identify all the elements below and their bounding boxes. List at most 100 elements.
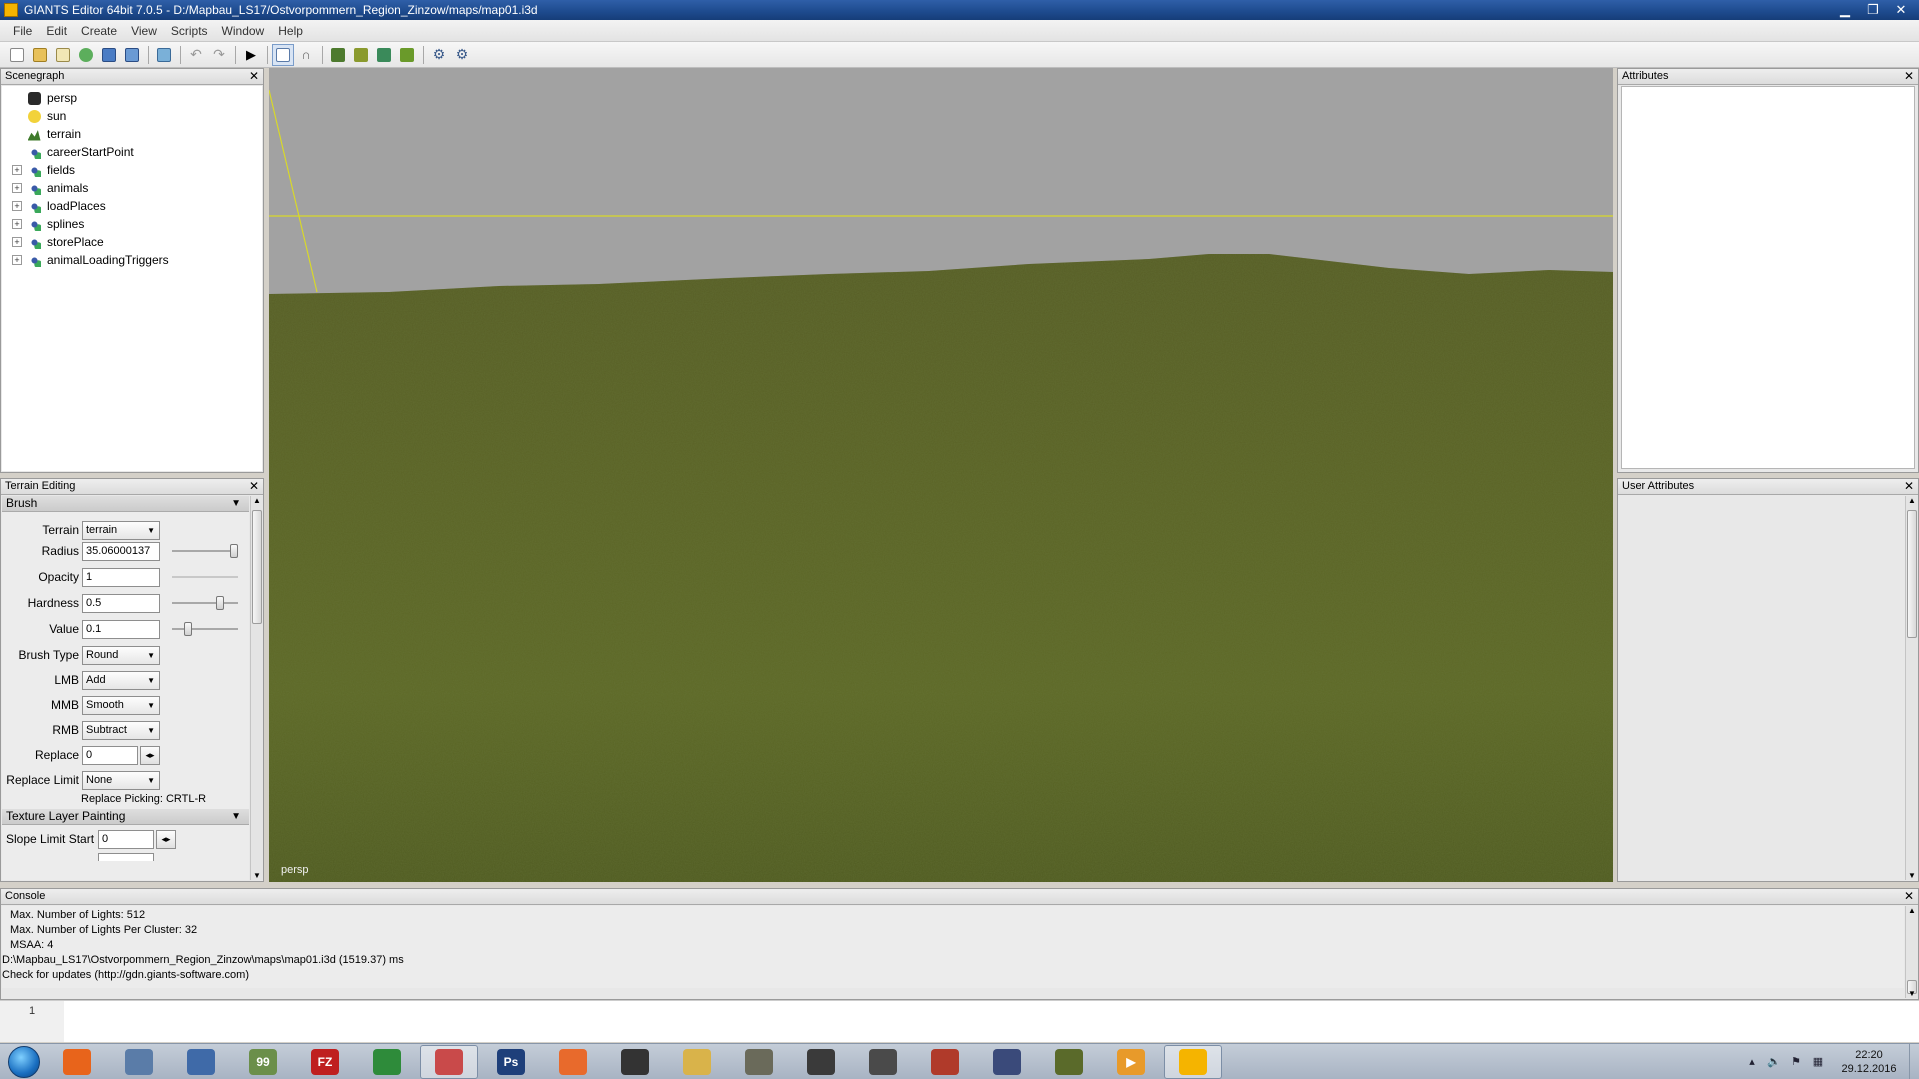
- slope-limit-start-stepper[interactable]: ◂▸: [156, 829, 176, 849]
- taskbar-app-firefox[interactable]: [48, 1045, 106, 1079]
- taskbar-app-app-icon-3[interactable]: [172, 1045, 230, 1079]
- advanced-settings-button[interactable]: ⚙: [451, 44, 473, 66]
- open-file-button[interactable]: [29, 44, 51, 66]
- menu-file[interactable]: File: [6, 24, 39, 38]
- settings-button[interactable]: ⚙: [428, 44, 450, 66]
- volume-icon[interactable]: 🔈: [1766, 1055, 1782, 1069]
- menu-edit[interactable]: Edit: [39, 24, 74, 38]
- taskbar-app-app-icon-4[interactable]: 99: [234, 1045, 292, 1079]
- show-hidden-icons-icon[interactable]: ▴: [1744, 1055, 1760, 1069]
- minimize-button[interactable]: ▁: [1831, 0, 1859, 19]
- undo-button[interactable]: ↶: [185, 44, 207, 66]
- taskbar-app-app-icon-2[interactable]: [110, 1045, 168, 1079]
- texture-layer-section-header[interactable]: Texture Layer Painting ▼: [2, 809, 249, 825]
- play-button[interactable]: ▶: [240, 44, 262, 66]
- 3d-viewport[interactable]: persp: [269, 68, 1613, 882]
- hardness-slider-thumb[interactable]: [215, 596, 224, 610]
- opacity-slider[interactable]: [172, 576, 238, 578]
- show-desktop-button[interactable]: [1909, 1044, 1919, 1079]
- radius-slider-thumb[interactable]: [230, 544, 238, 558]
- taskbar-app-media-player[interactable]: ▶: [1102, 1045, 1160, 1079]
- scenegraph-node-terrain[interactable]: terrain: [2, 125, 262, 143]
- foliage-paint-button[interactable]: [373, 44, 395, 66]
- scroll-up-icon[interactable]: ▲: [1906, 496, 1918, 505]
- replace-input[interactable]: 0: [82, 745, 138, 765]
- scenegraph-node-fields[interactable]: + fields: [2, 161, 262, 179]
- taskbar-app-app-icon-10[interactable]: [606, 1045, 664, 1079]
- action-center-flag-icon[interactable]: ⚑: [1788, 1055, 1804, 1069]
- taskbar-app-app-icon-7[interactable]: [420, 1044, 478, 1079]
- radius-slider[interactable]: [172, 544, 238, 558]
- expand-node-icon[interactable]: +: [12, 219, 22, 229]
- scroll-down-icon[interactable]: ▼: [251, 871, 263, 880]
- menu-view[interactable]: View: [124, 24, 164, 38]
- import-button[interactable]: [153, 44, 175, 66]
- taskbar-app-tractor[interactable]: [854, 1045, 912, 1079]
- menu-create[interactable]: Create: [74, 24, 124, 38]
- scenegraph-node-loadPlaces[interactable]: + loadPlaces: [2, 197, 262, 215]
- console-script-input[interactable]: 1: [0, 1000, 1919, 1042]
- expand-node-icon[interactable]: +: [12, 183, 22, 193]
- close-icon[interactable]: ✕: [249, 479, 259, 494]
- object-paint-button[interactable]: [396, 44, 418, 66]
- edit-file-button[interactable]: [52, 44, 74, 66]
- maximize-button[interactable]: ❐: [1859, 0, 1887, 19]
- menu-help[interactable]: Help: [271, 24, 310, 38]
- terrain-paint-button[interactable]: [350, 44, 372, 66]
- replace-stepper[interactable]: ◂▸: [140, 745, 160, 765]
- scenegraph-node-splines[interactable]: + splines: [2, 215, 262, 233]
- close-icon[interactable]: ✕: [1904, 889, 1914, 904]
- value-input[interactable]: 0.1: [82, 619, 160, 639]
- scenegraph-node-careerStartPoint[interactable]: careerStartPoint: [2, 143, 262, 161]
- close-icon[interactable]: ✕: [249, 69, 259, 84]
- expand-node-icon[interactable]: +: [12, 255, 22, 265]
- export-button[interactable]: [121, 44, 143, 66]
- rmb-select[interactable]: Subtract: [82, 720, 160, 740]
- hardness-slider[interactable]: [172, 596, 238, 610]
- taskbar-app-app-icon-17[interactable]: [1040, 1045, 1098, 1079]
- terrain-sculpt-button[interactable]: [327, 44, 349, 66]
- brush-section-header[interactable]: Brush ▼: [2, 496, 249, 512]
- expand-node-icon[interactable]: +: [12, 165, 22, 175]
- value-slider-thumb[interactable]: [183, 622, 192, 636]
- taskbar-app-app-icon-15[interactable]: [916, 1045, 974, 1079]
- taskbar-app-app-icon-9[interactable]: [544, 1045, 602, 1079]
- replace-limit-select[interactable]: None: [82, 770, 160, 790]
- scenegraph-node-animalLoadingTriggers[interactable]: + animalLoadingTriggers: [2, 251, 262, 269]
- taskbar-app-app-icon-16[interactable]: [978, 1045, 1036, 1079]
- start-button[interactable]: [0, 1044, 48, 1079]
- close-window-button[interactable]: ✕: [1887, 0, 1915, 19]
- scenegraph-node-animals[interactable]: + animals: [2, 179, 262, 197]
- select-tool-button[interactable]: [272, 43, 294, 66]
- slope-limit-end-input[interactable]: [98, 853, 154, 861]
- opacity-input[interactable]: 1: [82, 567, 160, 587]
- taskbar-app-gimp[interactable]: [730, 1045, 788, 1079]
- clock[interactable]: 22:20 29.12.2016: [1829, 1048, 1909, 1076]
- taskbar-app-photoshop[interactable]: Ps: [482, 1045, 540, 1079]
- terrain-select[interactable]: terrain: [82, 520, 160, 540]
- scenegraph-node-persp[interactable]: persp: [2, 89, 262, 107]
- redo-button[interactable]: ↷: [208, 44, 230, 66]
- close-icon[interactable]: ✕: [1904, 69, 1914, 84]
- taskbar-app-explorer[interactable]: [668, 1045, 726, 1079]
- radius-input[interactable]: 35.06000137: [82, 541, 160, 561]
- reload-button[interactable]: [75, 44, 97, 66]
- scroll-down-icon[interactable]: ▼: [1906, 871, 1918, 880]
- save-button[interactable]: [98, 44, 120, 66]
- scroll-up-icon[interactable]: ▲: [251, 496, 263, 505]
- scroll-up-icon[interactable]: ▲: [1906, 906, 1918, 915]
- taskbar-app-app-icon-6[interactable]: [358, 1045, 416, 1079]
- taskbar-app-filezilla[interactable]: FZ: [296, 1045, 354, 1079]
- mmb-select[interactable]: Smooth: [82, 695, 160, 715]
- menu-scripts[interactable]: Scripts: [164, 24, 215, 38]
- user-attributes-scrollbar[interactable]: ▲ ▼: [1905, 496, 1918, 880]
- scroll-thumb[interactable]: [1907, 510, 1917, 638]
- taskbar-app-app-icon-13[interactable]: [792, 1045, 850, 1079]
- slope-limit-start-input[interactable]: 0: [98, 829, 154, 849]
- expand-node-icon[interactable]: +: [12, 237, 22, 247]
- brush-type-select[interactable]: Round: [82, 645, 160, 665]
- menu-window[interactable]: Window: [215, 24, 272, 38]
- scenegraph-node-sun[interactable]: sun: [2, 107, 262, 125]
- hardness-input[interactable]: 0.5: [82, 593, 160, 613]
- network-icon[interactable]: ▦: [1810, 1055, 1826, 1069]
